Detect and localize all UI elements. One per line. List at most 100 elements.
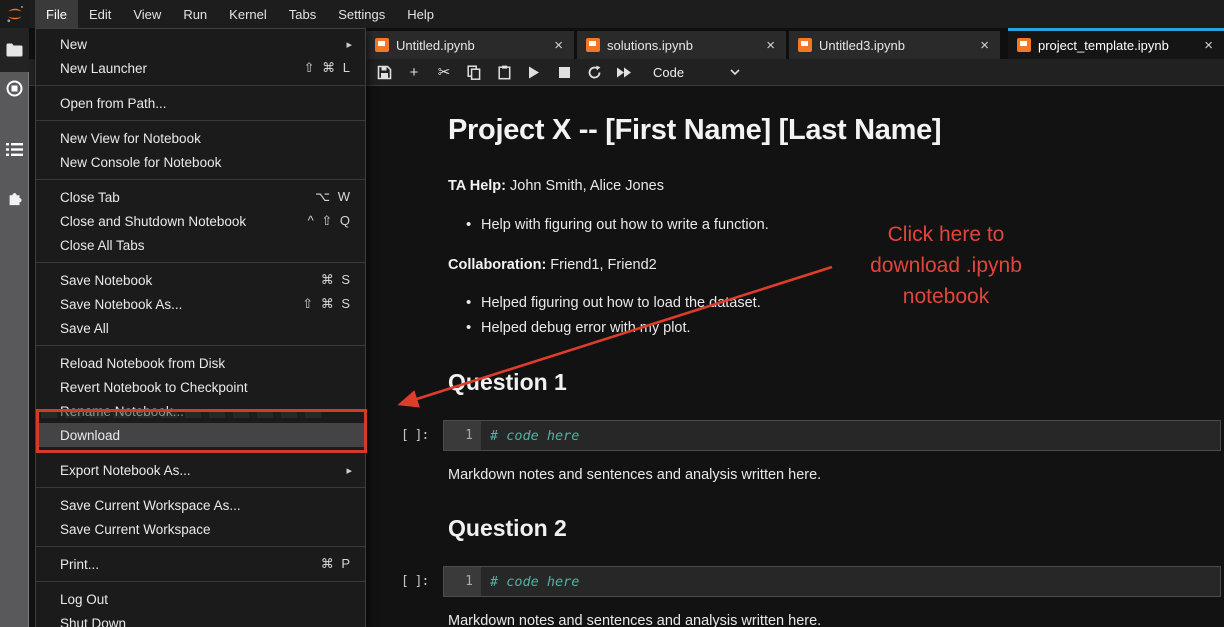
cell-type-dropdown[interactable]: Code [653, 65, 740, 80]
close-icon[interactable]: × [552, 38, 565, 53]
file-menu-item-save-notebook-as[interactable]: Save Notebook As... ⇧ ⌘ S [36, 292, 365, 316]
code-cell-1[interactable]: [ ]: 1 # code here [443, 420, 1221, 451]
cut-cells-icon[interactable]: ✂ [429, 59, 459, 86]
collaboration-label: Collaboration: [448, 257, 546, 273]
menu-separator [36, 345, 365, 346]
file-menu-item-export-notebook-as[interactable]: Export Notebook As... ▸ [36, 458, 365, 482]
menu-item-label: Save Current Workspace [60, 522, 211, 537]
collaboration-value: Friend1, Friend2 [546, 257, 656, 273]
file-menu-item-reload-notebook-from-disk[interactable]: Reload Notebook from Disk [36, 351, 365, 375]
restart-run-all-icon[interactable] [609, 59, 639, 86]
running-sessions-icon[interactable] [0, 80, 29, 97]
file-menu-item-new[interactable]: New ▸ [36, 32, 365, 56]
line-number: 1 [444, 421, 481, 450]
file-menu-item-save-all[interactable]: Save All [36, 316, 365, 340]
ta-help-line: TA Help: John Smith, Alice Jones [448, 178, 664, 194]
run-cell-icon[interactable] [519, 59, 549, 86]
menu-item-label: New [60, 37, 87, 52]
file-menu-item-print[interactable]: Print...⌘ P [36, 552, 365, 576]
menubar-item-run[interactable]: Run [172, 0, 218, 28]
tab-untitled-ipynb[interactable]: Untitled.ipynb× [366, 31, 574, 59]
file-menu-item-new-launcher[interactable]: New Launcher ⇧ ⌘ L [36, 56, 365, 80]
tab-project-template-ipynb[interactable]: project_template.ipynb × [1008, 28, 1224, 59]
menu-separator [36, 546, 365, 547]
tab-label: Untitled3.ipynb [819, 38, 905, 53]
file-menu-item-open-from-path[interactable]: Open from Path... [36, 91, 365, 115]
file-menu-item-save-current-workspace-as[interactable]: Save Current Workspace As... [36, 493, 365, 517]
tab-solutions-ipynb[interactable]: solutions.ipynb × [577, 31, 786, 59]
file-menu-item-save-notebook[interactable]: Save Notebook⌘ S [36, 268, 365, 292]
file-menu: New ▸ New Launcher ⇧ ⌘ L Open from Path... Ne… [35, 28, 366, 627]
menubar-item-edit[interactable]: Edit [78, 0, 122, 28]
menu-item-label: Open from Path... [60, 96, 167, 111]
menu-item-label: Reload Notebook from Disk [60, 356, 225, 371]
add-cell-icon[interactable]: + [399, 59, 429, 86]
menu-item-shortcut: ⇧ ⌘ S [302, 296, 352, 312]
tab-label: project_template.ipynb [1038, 38, 1169, 53]
tab-label: solutions.ipynb [607, 38, 693, 53]
code-editor[interactable]: 1 # code here [443, 420, 1221, 451]
notebook-icon [1017, 38, 1031, 52]
markdown-note-2: Markdown notes and sentences and analysi… [448, 613, 821, 627]
menu-separator [36, 262, 365, 263]
extensions-icon[interactable] [0, 188, 29, 206]
submenu-arrow-icon: ▸ [346, 464, 352, 477]
table-of-contents-icon[interactable] [0, 142, 29, 157]
notebook-title: Project X -- [First Name] [Last Name] [448, 114, 941, 147]
annotation-line: notebook [836, 281, 1056, 312]
menu-item-label: Close and Shutdown Notebook [60, 214, 246, 229]
close-icon[interactable]: × [1202, 38, 1215, 53]
menubar-item-settings[interactable]: Settings [327, 0, 396, 28]
download-highlight-box [36, 409, 367, 453]
file-menu-item-close-and-shutdown-notebook[interactable]: Close and Shutdown Notebook ^ ⇧ Q [36, 209, 365, 233]
menu-item-label: Save Current Workspace As... [60, 498, 241, 513]
menu-item-label: New Console for Notebook [60, 155, 221, 170]
file-menu-item-revert-notebook-to-checkpoint[interactable]: Revert Notebook to Checkpoint [36, 375, 365, 399]
tab-untitled3-ipynb[interactable]: Untitled3.ipynb × [789, 31, 1000, 59]
close-icon[interactable]: × [978, 38, 991, 53]
save-icon[interactable] [369, 59, 399, 86]
file-menu-item-new-console-for-notebook[interactable]: New Console for Notebook [36, 150, 365, 174]
menu-item-label: New View for Notebook [60, 131, 201, 146]
code-editor[interactable]: 1 # code here [443, 566, 1221, 597]
menubar-item-file[interactable]: File [35, 0, 78, 28]
chevron-down-icon [730, 69, 740, 75]
close-icon[interactable]: × [764, 38, 777, 53]
cell-prompt: [ ]: [401, 574, 428, 589]
menu-item-shortcut: ⇧ ⌘ L [304, 60, 352, 76]
file-menu-item-log-out[interactable]: Log Out [36, 587, 365, 611]
menubar-item-kernel[interactable]: Kernel [218, 0, 278, 28]
file-menu-item-close-all-tabs[interactable]: Close All Tabs [36, 233, 365, 257]
menu-item-label: Save Notebook As... [60, 297, 182, 312]
file-menu-item-save-current-workspace[interactable]: Save Current Workspace [36, 517, 365, 541]
menubar-item-tabs[interactable]: Tabs [278, 0, 327, 28]
menu-item-shortcut: ^ ⇧ Q [308, 213, 352, 229]
file-menu-item-close-tab[interactable]: Close Tab⌥ W [36, 185, 365, 209]
paste-cells-icon[interactable] [489, 59, 519, 86]
file-menu-item-new-view-for-notebook[interactable]: New View for Notebook [36, 126, 365, 150]
question-1-heading: Question 1 [448, 369, 567, 396]
annotation-line: Click here to [836, 219, 1056, 250]
submenu-arrow-icon: ▸ [346, 38, 352, 51]
menu-item-label: Export Notebook As... [60, 463, 191, 478]
restart-kernel-icon[interactable] [579, 59, 609, 86]
menubar-item-help[interactable]: Help [396, 0, 445, 28]
collab-bullet-item: Helped figuring out how to load the data… [481, 295, 761, 311]
file-menu-item-shut-down[interactable]: Shut Down [36, 611, 365, 627]
notebook-icon [798, 38, 812, 52]
menu-item-label: Close Tab [60, 190, 120, 205]
menu-item-label: Print... [60, 557, 99, 572]
menu-item-label: Save All [60, 321, 109, 336]
menu-item-label: Revert Notebook to Checkpoint [60, 380, 248, 395]
code-cell-2[interactable]: [ ]: 1 # code here [443, 566, 1221, 597]
stop-kernel-icon[interactable] [549, 59, 579, 86]
copy-cells-icon[interactable] [459, 59, 489, 86]
notebook-icon [586, 38, 600, 52]
cell-type-value: Code [653, 65, 684, 80]
menu-separator [36, 85, 365, 86]
question-2-heading: Question 2 [448, 515, 567, 542]
file-browser-tab[interactable] [0, 28, 29, 72]
jupyter-logo-icon[interactable] [0, 0, 29, 28]
menu-item-label: New Launcher [60, 61, 147, 76]
menubar-item-view[interactable]: View [122, 0, 172, 28]
